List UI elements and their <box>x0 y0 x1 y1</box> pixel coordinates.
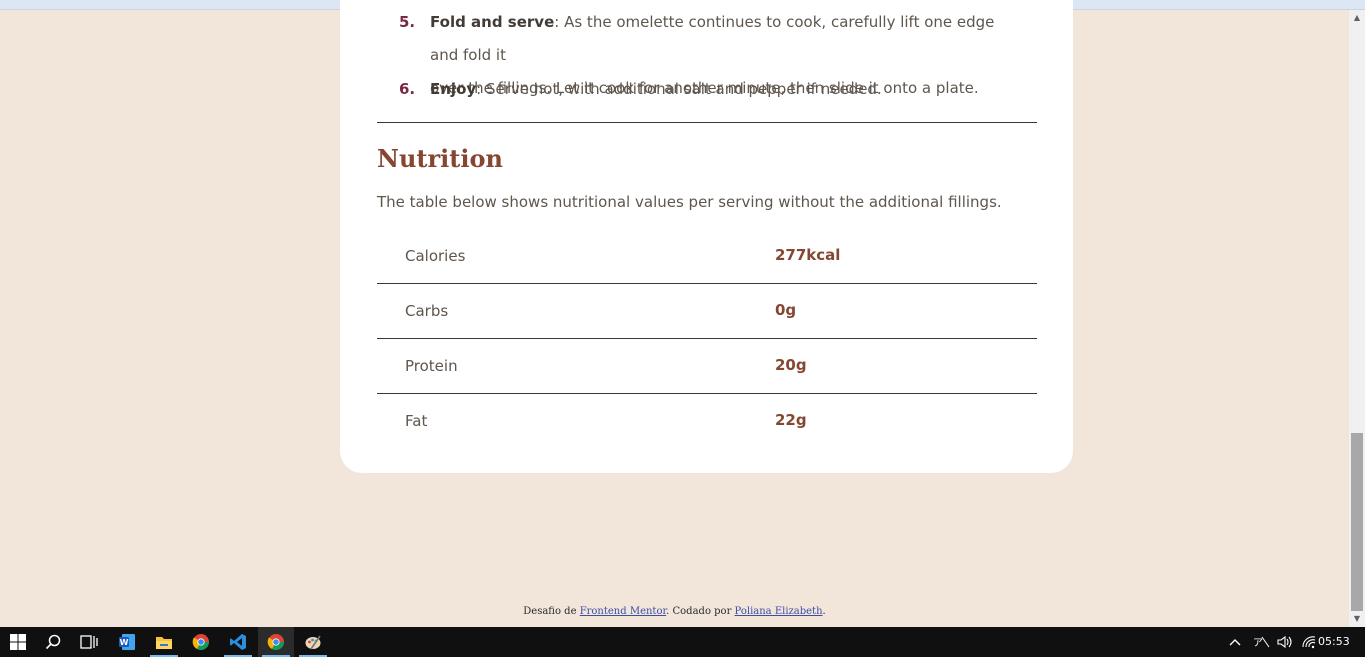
step-title: Enjoy <box>430 80 477 98</box>
step-text: : Serve hot, with additional salt and pe… <box>476 80 882 98</box>
table-row: Protein 20g <box>377 339 1037 394</box>
svg-text:ア: ア <box>1253 638 1263 649</box>
file-explorer-icon[interactable] <box>146 627 182 657</box>
nutrient-label: Carbs <box>405 302 449 320</box>
footer-text: . <box>822 606 826 617</box>
task-view-icon[interactable] <box>71 627 107 657</box>
scroll-down-arrow-icon[interactable]: ▼ <box>1349 611 1365 627</box>
table-row: Calories 277kcal <box>377 229 1037 284</box>
nutrient-label: Fat <box>405 412 428 430</box>
vertical-scrollbar[interactable]: ▲ ▼ <box>1349 10 1365 627</box>
footer-text: . Codado por <box>666 606 735 617</box>
search-icon[interactable] <box>35 627 71 657</box>
author-link[interactable]: Poliana Elizabeth <box>735 606 823 617</box>
nutrient-value: 22g <box>775 411 807 429</box>
section-divider <box>377 122 1037 123</box>
table-row: Fat 22g <box>377 394 1037 449</box>
wifi-icon[interactable] <box>1301 634 1317 650</box>
chrome-icon[interactable] <box>183 627 219 657</box>
vscode-icon[interactable] <box>220 627 256 657</box>
start-icon[interactable] <box>0 627 36 657</box>
volume-icon[interactable] <box>1276 634 1294 650</box>
attribution-footer: Desafio de Frontend Mentor. Codado por P… <box>0 606 1349 617</box>
scroll-up-arrow-icon[interactable]: ▲ <box>1349 10 1365 26</box>
input-method-icon[interactable]: ア <box>1252 634 1270 650</box>
footer-text: Desafio de <box>523 606 580 617</box>
recipe-card: 5. Fold and serve: As the omelette conti… <box>340 0 1073 473</box>
nutrient-value: 0g <box>775 301 797 319</box>
svg-text:W: W <box>120 638 129 647</box>
word-icon[interactable]: W <box>109 627 145 657</box>
step-number: 6. <box>399 80 416 98</box>
nutrient-value: 20g <box>775 356 807 374</box>
scrollbar-thumb[interactable] <box>1351 433 1363 611</box>
nutrient-label: Calories <box>405 247 466 265</box>
nutrition-title: Nutrition <box>377 144 503 173</box>
nutrition-description: The table below shows nutritional values… <box>377 193 1002 211</box>
step-title: Fold and serve <box>430 13 555 31</box>
table-row: Carbs 0g <box>377 284 1037 339</box>
step-number: 5. <box>399 13 416 31</box>
frontend-mentor-link[interactable]: Frontend Mentor <box>580 606 666 617</box>
chrome-active-icon[interactable] <box>258 627 294 657</box>
taskbar-clock[interactable]: 05:53 <box>1318 635 1350 648</box>
nutrient-label: Protein <box>405 357 458 375</box>
windows-taskbar: W ア 05:53 <box>0 627 1365 657</box>
chevron-up-icon[interactable] <box>1228 634 1242 650</box>
paint-icon[interactable] <box>295 627 331 657</box>
nutrient-value: 277kcal <box>775 246 841 264</box>
